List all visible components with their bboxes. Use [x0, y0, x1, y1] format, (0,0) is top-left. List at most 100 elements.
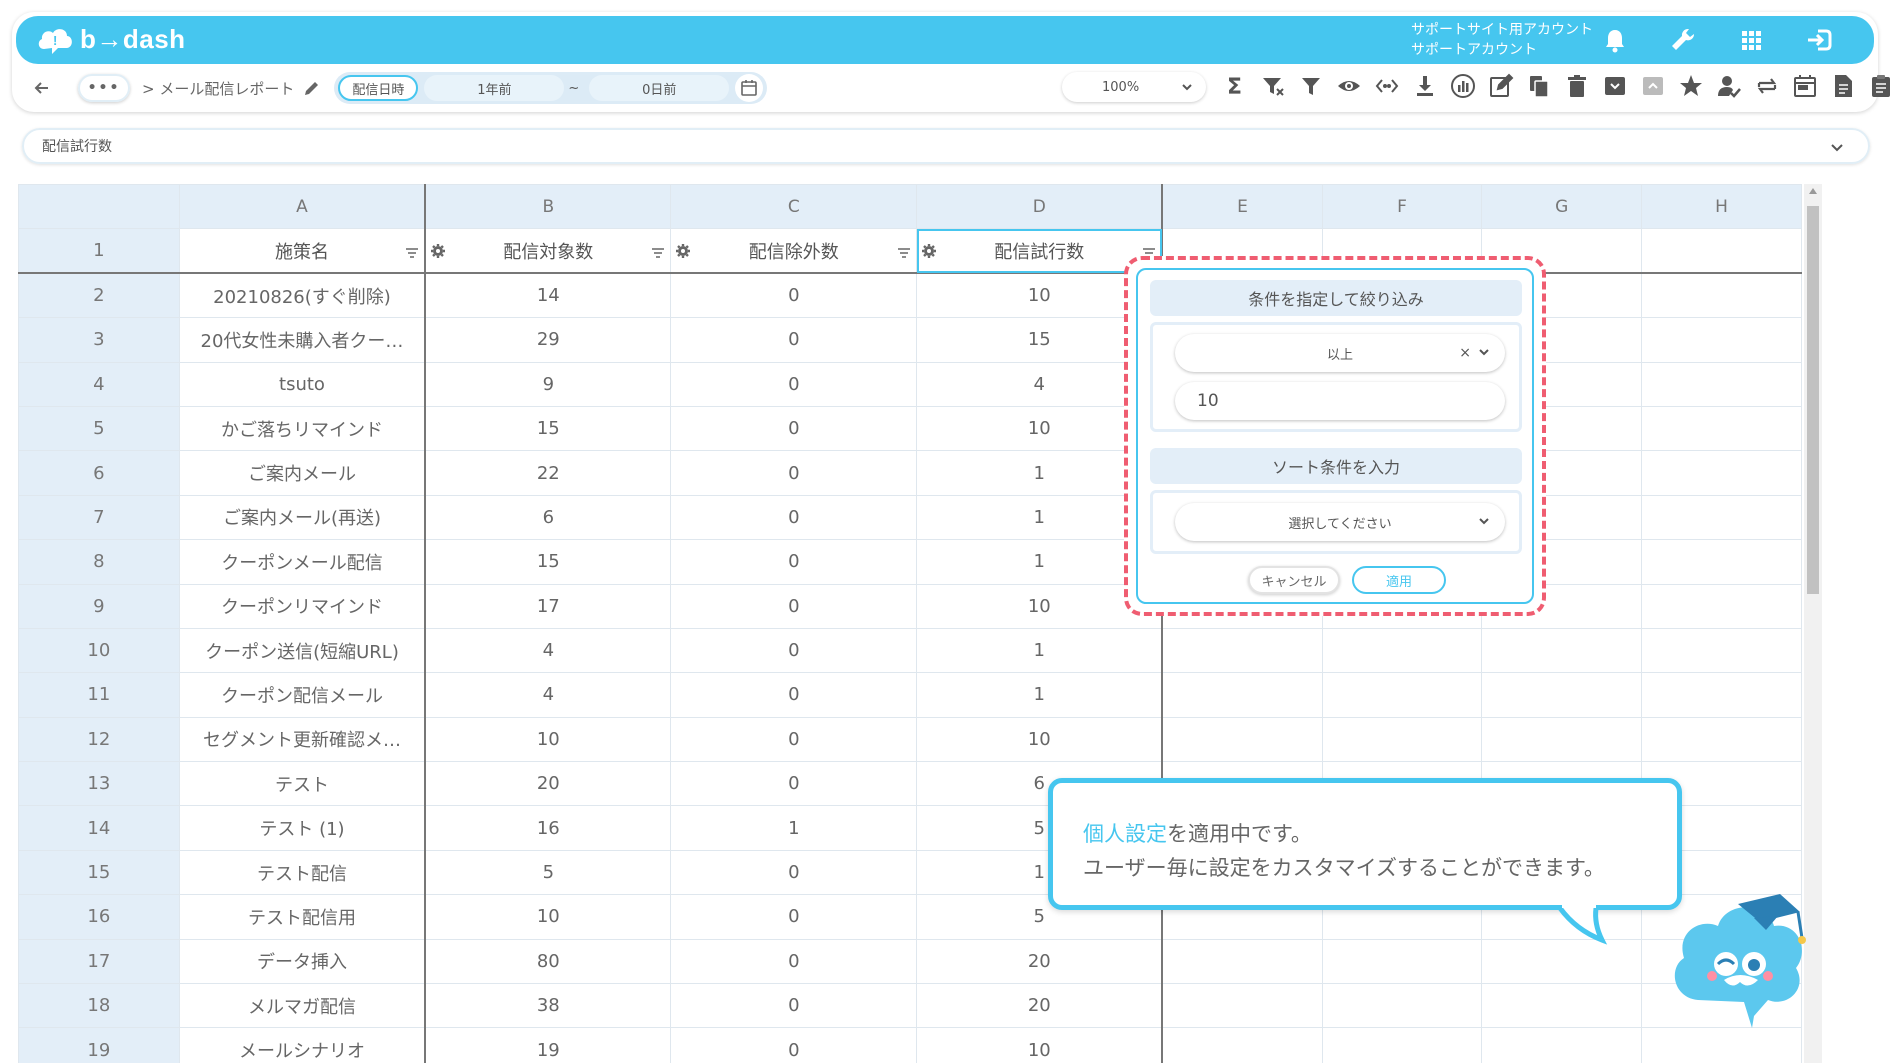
empty-cell[interactable] [1641, 583, 1802, 629]
row-number[interactable]: 18 [18, 983, 180, 1029]
cell-c[interactable]: 0 [670, 272, 918, 319]
empty-cell[interactable] [1481, 672, 1643, 718]
empty-cell[interactable] [1321, 1027, 1483, 1063]
star-icon[interactable] [1678, 73, 1704, 99]
cell-b[interactable]: 15 [424, 405, 672, 452]
cell-c[interactable]: 0 [670, 450, 918, 496]
cell-d[interactable]: 10 [916, 716, 1164, 763]
cell-c[interactable]: 0 [670, 583, 918, 629]
cell-b[interactable]: 5 [424, 849, 672, 896]
sync-icon[interactable] [1754, 73, 1780, 99]
cell-a[interactable]: テスト配信 [178, 849, 427, 896]
download-icon[interactable] [1412, 73, 1438, 99]
field-header-cell[interactable]: 施策名 [178, 228, 427, 275]
cell-c[interactable]: 0 [670, 539, 918, 585]
row-number[interactable]: 14 [18, 805, 180, 851]
field-header-cell[interactable]: 配信除外数 [670, 228, 918, 275]
cell-d[interactable]: 20 [916, 983, 1164, 1029]
chevron-down-icon[interactable] [1477, 345, 1491, 359]
logout-icon[interactable] [1804, 25, 1834, 55]
code-icon[interactable] [1374, 73, 1400, 99]
scroll-up-arrow-icon[interactable] [1809, 188, 1817, 194]
cell-b[interactable]: 16 [424, 805, 672, 851]
empty-cell[interactable] [1321, 983, 1483, 1029]
cell-c[interactable]: 0 [670, 938, 918, 985]
cell-c[interactable]: 0 [670, 1027, 918, 1063]
cell-b[interactable]: 10 [424, 716, 672, 763]
cell-a[interactable]: メールシナリオ [178, 1027, 427, 1063]
empty-cell[interactable] [1641, 716, 1802, 763]
edit-title-icon[interactable] [302, 78, 322, 98]
row-number[interactable]: 19 [18, 1027, 180, 1063]
row-number[interactable]: 1 [18, 228, 180, 275]
empty-cell[interactable] [1641, 539, 1802, 585]
cell-c[interactable]: 0 [670, 894, 918, 940]
empty-cell[interactable] [1481, 716, 1643, 763]
unarchive-icon[interactable] [1640, 73, 1666, 99]
empty-cell[interactable] [1321, 627, 1483, 674]
empty-cell[interactable] [1161, 716, 1323, 763]
cell-d[interactable]: 1 [916, 672, 1164, 718]
cell-b[interactable]: 29 [424, 317, 672, 363]
cell-b[interactable]: 14 [424, 272, 672, 319]
empty-cell[interactable] [1321, 672, 1483, 718]
empty-cell[interactable] [1321, 938, 1483, 985]
cancel-button[interactable]: キャンセル [1248, 566, 1340, 594]
row-number[interactable]: 3 [18, 317, 180, 363]
cell-c[interactable]: 0 [670, 361, 918, 407]
row-number[interactable]: 5 [18, 405, 180, 452]
filter-menu-icon[interactable] [896, 244, 912, 259]
scrollbar-thumb[interactable] [1807, 206, 1819, 594]
empty-cell[interactable] [1641, 361, 1802, 407]
document-icon[interactable] [1830, 73, 1856, 99]
cell-a[interactable]: 20代女性未購入者クー… [178, 317, 427, 363]
cell-c[interactable]: 0 [670, 405, 918, 452]
cell-a[interactable]: メルマガ配信 [178, 983, 427, 1029]
eye-icon[interactable] [1336, 73, 1362, 99]
cell-a[interactable]: テスト配信用 [178, 894, 427, 940]
calendar-schedule-icon[interactable] [1792, 73, 1818, 99]
column-header-h[interactable]: H [1641, 184, 1802, 230]
cell-a[interactable]: ご案内メール [178, 450, 427, 496]
empty-cell[interactable] [1481, 983, 1643, 1029]
cell-c[interactable]: 0 [670, 672, 918, 718]
cell-b[interactable]: 4 [424, 672, 672, 718]
cell-c[interactable]: 1 [670, 805, 918, 851]
cell-d[interactable]: 10 [916, 1027, 1164, 1063]
cell-a[interactable]: 20210826(すぐ削除) [178, 272, 427, 319]
empty-cell[interactable] [1481, 1027, 1643, 1063]
cell-a[interactable]: クーポンメール配信 [178, 539, 427, 585]
copy-icon[interactable] [1526, 73, 1552, 99]
empty-cell[interactable] [1161, 1027, 1323, 1063]
empty-cell[interactable] [1641, 272, 1802, 319]
cell-b[interactable]: 6 [424, 494, 672, 541]
cell-c[interactable]: 0 [670, 494, 918, 541]
row-number[interactable]: 11 [18, 672, 180, 718]
cell-b[interactable]: 4 [424, 627, 672, 674]
wrench-icon[interactable] [1668, 25, 1698, 55]
chart-icon[interactable] [1450, 73, 1476, 99]
empty-cell[interactable] [1641, 627, 1802, 674]
row-number[interactable]: 17 [18, 938, 180, 985]
row-number[interactable]: 15 [18, 849, 180, 896]
sort-select[interactable]: 選択してください [1175, 503, 1505, 541]
cell-a[interactable]: クーポン送信(短縮URL) [178, 627, 427, 674]
zoom-select[interactable]: 100% [1062, 72, 1206, 102]
sum-icon[interactable]: Σ [1222, 73, 1248, 100]
empty-cell[interactable] [1161, 983, 1323, 1029]
gear-icon[interactable] [675, 243, 691, 259]
cell-a[interactable]: クーポン配信メール [178, 672, 427, 718]
gear-icon[interactable] [430, 243, 446, 259]
empty-cell[interactable] [1641, 494, 1802, 541]
cell-b[interactable]: 80 [424, 938, 672, 985]
column-header-a[interactable]: A [178, 184, 427, 230]
column-select[interactable]: 配信試行数 [22, 128, 1870, 164]
cell-a[interactable]: ご案内メール(再送) [178, 494, 427, 541]
cell-a[interactable]: tsuto [178, 361, 427, 407]
user-check-icon[interactable] [1716, 73, 1742, 99]
date-field-label[interactable]: 配信日時 [338, 75, 419, 101]
cell-b[interactable]: 19 [424, 1027, 672, 1063]
cell-b[interactable]: 38 [424, 983, 672, 1029]
row-number[interactable]: 13 [18, 761, 180, 807]
date-to-input[interactable]: 0日前 [589, 75, 730, 101]
